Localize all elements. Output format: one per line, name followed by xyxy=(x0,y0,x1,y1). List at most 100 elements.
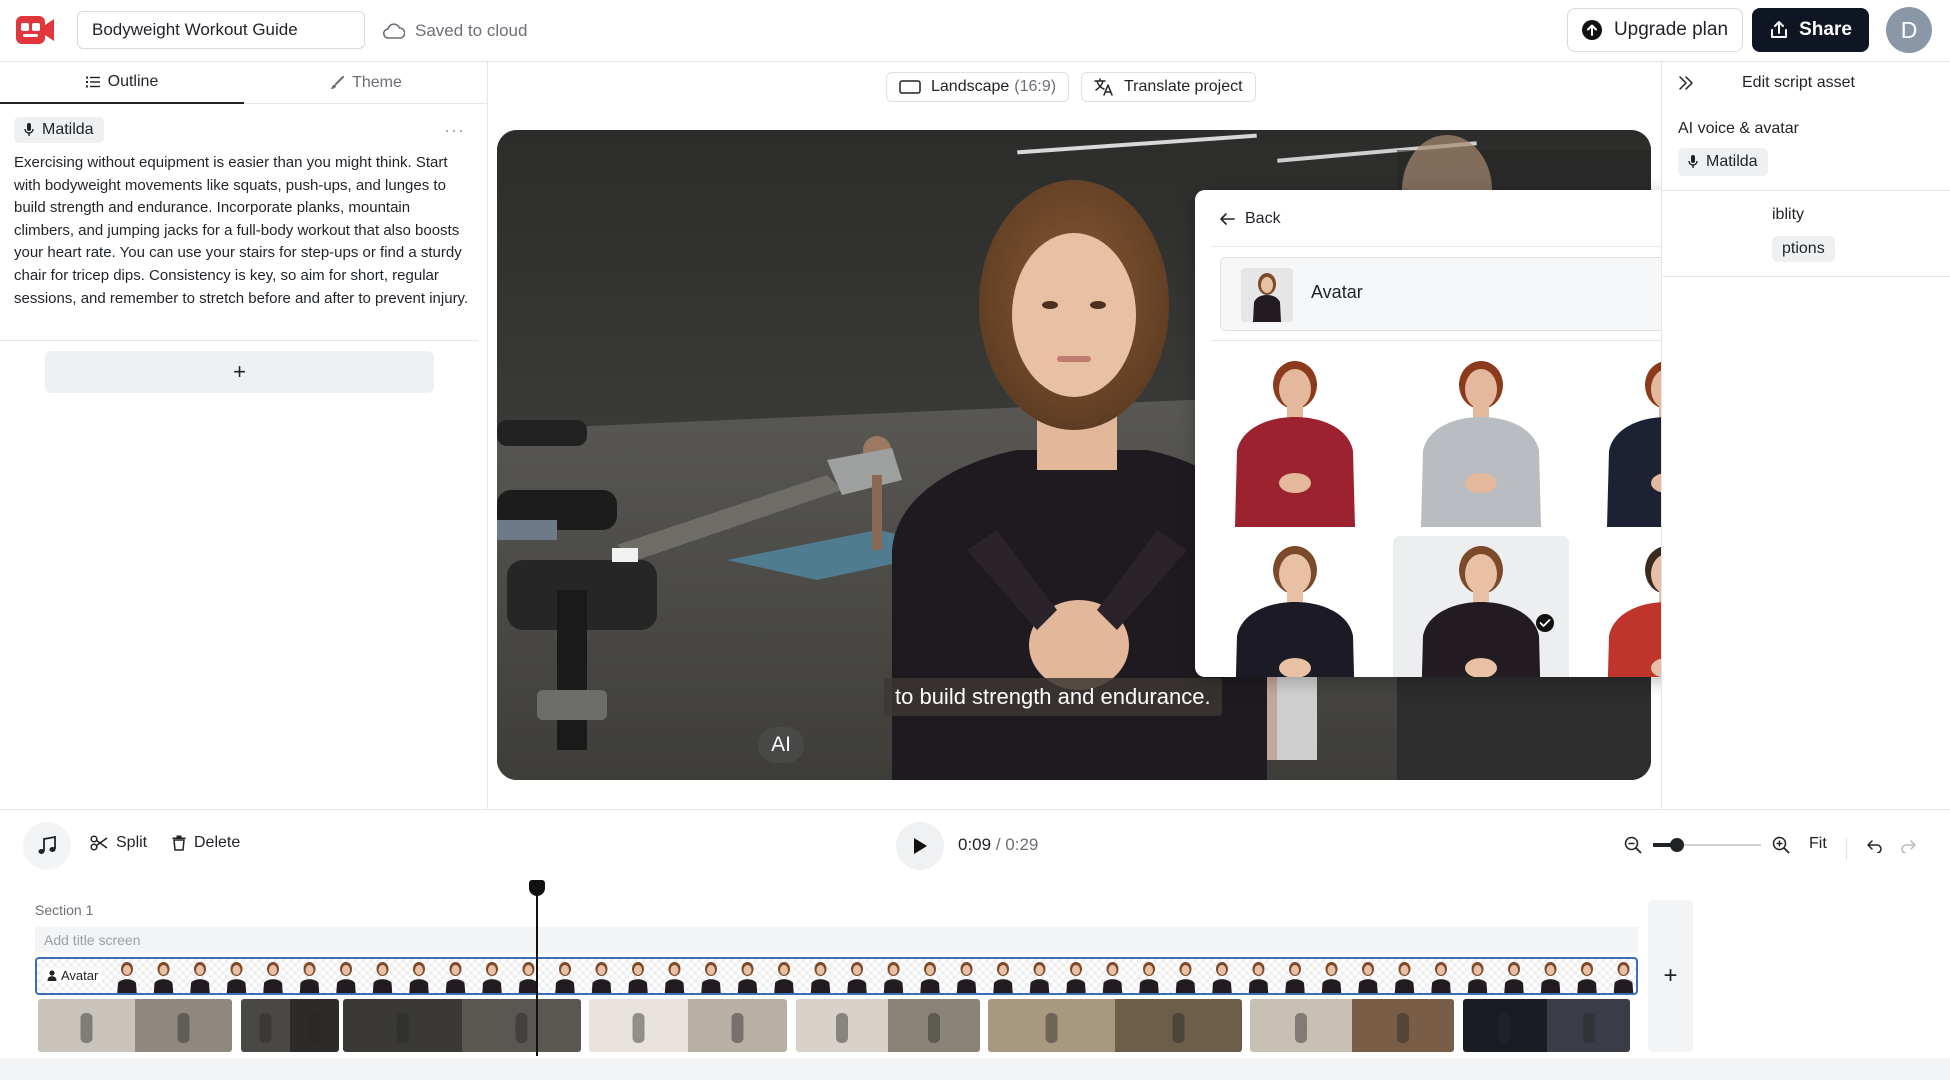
upgrade-plan-button[interactable]: Upgrade plan xyxy=(1567,8,1743,52)
avatar-frame-thumbnail xyxy=(1358,962,1378,993)
avatar-option[interactable] xyxy=(1207,536,1383,677)
voice-name: Matilda xyxy=(1706,153,1758,170)
panel-tabs: Outline Theme xyxy=(0,62,488,104)
video-clip-thumbnail xyxy=(38,999,232,1052)
voice-chip[interactable]: Matilda xyxy=(14,117,104,143)
avatar-option-image xyxy=(1421,546,1554,677)
edit-script-asset-panel: Edit script asset AI voice & avatar Mati… xyxy=(1661,62,1950,810)
zoom-out-icon[interactable] xyxy=(1624,836,1642,854)
avatar-frame-thumbnail xyxy=(920,962,940,993)
options-chip[interactable]: ptions xyxy=(1772,236,1835,262)
avatar-option-image xyxy=(1235,361,1355,527)
play-button[interactable] xyxy=(896,822,944,870)
translate-project-button[interactable]: Translate project xyxy=(1081,72,1256,102)
fit-button[interactable]: Fit xyxy=(1809,835,1827,853)
zoom-slider-handle[interactable] xyxy=(1670,838,1684,852)
video-clip[interactable] xyxy=(1250,999,1454,1052)
avatar-frame-thumbnail xyxy=(372,962,393,993)
horizontal-scrollbar[interactable] xyxy=(0,1058,1950,1080)
avatar-option[interactable] xyxy=(1393,351,1569,527)
avatar-frame-thumbnail xyxy=(1431,962,1451,993)
avatar-option-image xyxy=(1421,361,1541,527)
add-title-screen-track[interactable]: Add title screen xyxy=(35,927,1638,953)
video-clip[interactable] xyxy=(988,999,1242,1052)
video-clip-thumbnail xyxy=(1250,999,1454,1052)
tab-outline[interactable]: Outline xyxy=(0,62,244,104)
aspect-label: Landscape xyxy=(931,78,1010,95)
avatar-track[interactable]: Avatar xyxy=(35,957,1638,995)
cloud-icon xyxy=(383,23,405,39)
avatar-frame-thumbnail xyxy=(190,962,210,993)
undo-icon[interactable] xyxy=(1867,839,1883,853)
person-icon xyxy=(47,970,57,981)
delete-button[interactable]: Delete xyxy=(172,834,240,852)
share-label: Share xyxy=(1799,19,1852,40)
video-clip-thumbnail xyxy=(589,999,787,1052)
voice-chip[interactable]: Matilda xyxy=(1678,148,1768,176)
more-options-icon[interactable]: ··· xyxy=(444,120,465,141)
avatar-option[interactable] xyxy=(1393,536,1569,677)
divider xyxy=(0,340,478,341)
back-button[interactable]: Back xyxy=(1219,210,1281,228)
music-button[interactable] xyxy=(23,822,71,870)
video-clip[interactable] xyxy=(241,999,339,1052)
video-clip[interactable] xyxy=(38,999,232,1052)
avatar-frame-thumbnail xyxy=(1321,962,1342,993)
divider xyxy=(1662,190,1950,191)
avatar-frame-thumbnail xyxy=(737,962,758,993)
avatar-frame-thumbnail xyxy=(263,962,283,993)
video-clip-thumbnail xyxy=(1463,999,1630,1052)
aspect-ratio-button[interactable]: Landscape (16:9) xyxy=(886,72,1070,102)
share-button[interactable]: Share xyxy=(1752,8,1869,52)
avatar-frame-thumbnail xyxy=(664,962,685,993)
redo-icon[interactable] xyxy=(1900,839,1916,853)
add-scene-button[interactable]: + xyxy=(45,351,434,393)
microphone-icon xyxy=(24,123,34,137)
share-icon xyxy=(1769,20,1789,40)
trash-icon xyxy=(172,835,186,851)
section-label: Section 1 xyxy=(35,902,94,918)
avatar-frame-thumbnail xyxy=(226,962,247,993)
avatar-frame-thumbnail xyxy=(153,962,174,993)
playback-time: 0:09 / 0:29 xyxy=(958,835,1038,855)
scissors-icon xyxy=(90,835,108,851)
avatar-frame-thumbnail xyxy=(1394,962,1415,993)
zoom-in-icon[interactable] xyxy=(1772,836,1790,854)
avatar-frame-thumbnail xyxy=(1212,962,1232,993)
add-clip-button[interactable]: + xyxy=(1648,900,1693,1052)
divider xyxy=(1846,838,1847,860)
save-status: Saved to cloud xyxy=(383,19,527,43)
avatar-frame-thumbnail xyxy=(993,962,1013,993)
avatar-frame-thumbnail xyxy=(1613,962,1634,993)
split-button[interactable]: Split xyxy=(90,834,147,852)
top-bar: Bodyweight Workout Guide Saved to cloud … xyxy=(0,0,1950,62)
video-clip[interactable] xyxy=(343,999,581,1052)
tab-theme[interactable]: Theme xyxy=(244,62,488,104)
project-title-input[interactable]: Bodyweight Workout Guide xyxy=(77,11,365,49)
back-label: Back xyxy=(1245,210,1281,227)
avatar-frame-thumbnail xyxy=(628,962,648,993)
current-avatar-thumbnail xyxy=(1241,268,1293,322)
video-clip[interactable] xyxy=(589,999,787,1052)
voice-name: Matilda xyxy=(42,121,94,138)
total-time: / 0:29 xyxy=(995,835,1039,854)
microphone-icon xyxy=(1688,155,1698,169)
tab-theme-label: Theme xyxy=(352,74,402,91)
voice-avatar-section-label: AI voice & avatar xyxy=(1678,120,1799,137)
playhead[interactable] xyxy=(536,888,538,1056)
app-logo-icon[interactable] xyxy=(16,14,56,46)
collapse-panel-icon[interactable] xyxy=(1678,75,1694,91)
save-status-text: Saved to cloud xyxy=(415,21,528,40)
avatar-frame-thumbnail xyxy=(810,962,831,993)
avatar-option[interactable] xyxy=(1207,351,1383,527)
upgrade-plan-label: Upgrade plan xyxy=(1613,19,1729,40)
avatar-frame-thumbnail xyxy=(701,962,721,993)
script-text[interactable]: Exercising without equipment is easier t… xyxy=(14,152,474,310)
video-clip[interactable] xyxy=(1463,999,1630,1052)
divider xyxy=(1662,276,1950,277)
avatar-option-image xyxy=(1235,546,1355,677)
avatar-frame-thumbnail xyxy=(336,962,356,993)
user-avatar[interactable]: D xyxy=(1886,7,1932,53)
avatar-frame-thumbnail xyxy=(883,962,904,993)
video-clip[interactable] xyxy=(796,999,980,1052)
